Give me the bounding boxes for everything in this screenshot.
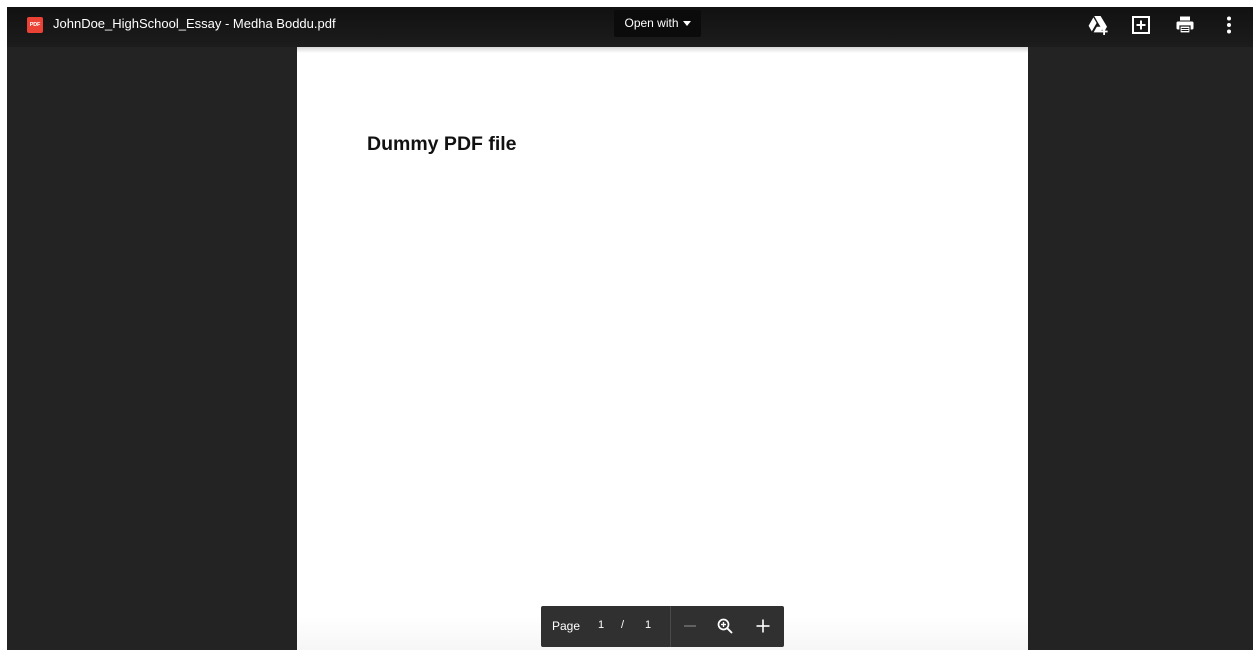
add-comment-icon[interactable] xyxy=(1129,13,1153,37)
zoom-out-icon[interactable] xyxy=(680,616,700,636)
controls-divider xyxy=(670,606,671,647)
page-separator: / xyxy=(621,619,625,631)
open-with-label: Open with xyxy=(624,16,679,30)
file-title: JohnDoe_HighSchool_Essay - Medha Boddu.p… xyxy=(53,16,336,31)
zoom-in-icon[interactable] xyxy=(753,616,773,636)
document-heading: Dummy PDF file xyxy=(367,133,517,155)
more-options-icon[interactable] xyxy=(1217,13,1241,37)
viewer-toolbar: PDF JohnDoe_HighSchool_Essay - Medha Bod… xyxy=(7,7,1253,47)
add-to-drive-icon[interactable] xyxy=(1086,13,1110,37)
pdf-page: Dummy PDF file xyxy=(297,47,1028,650)
zoom-fit-icon[interactable] xyxy=(715,616,735,636)
open-with-button[interactable]: Open with xyxy=(614,10,701,37)
pdf-viewer: PDF JohnDoe_HighSchool_Essay - Medha Bod… xyxy=(7,7,1253,650)
current-page-input[interactable]: 1 xyxy=(598,619,604,631)
page-label: Page xyxy=(552,619,581,633)
total-pages: 1 xyxy=(645,619,652,631)
pdf-file-icon: PDF xyxy=(27,17,43,33)
page-controls: Page 1 / 1 xyxy=(541,606,784,647)
print-icon[interactable] xyxy=(1173,13,1197,37)
caret-down-icon xyxy=(682,21,691,26)
